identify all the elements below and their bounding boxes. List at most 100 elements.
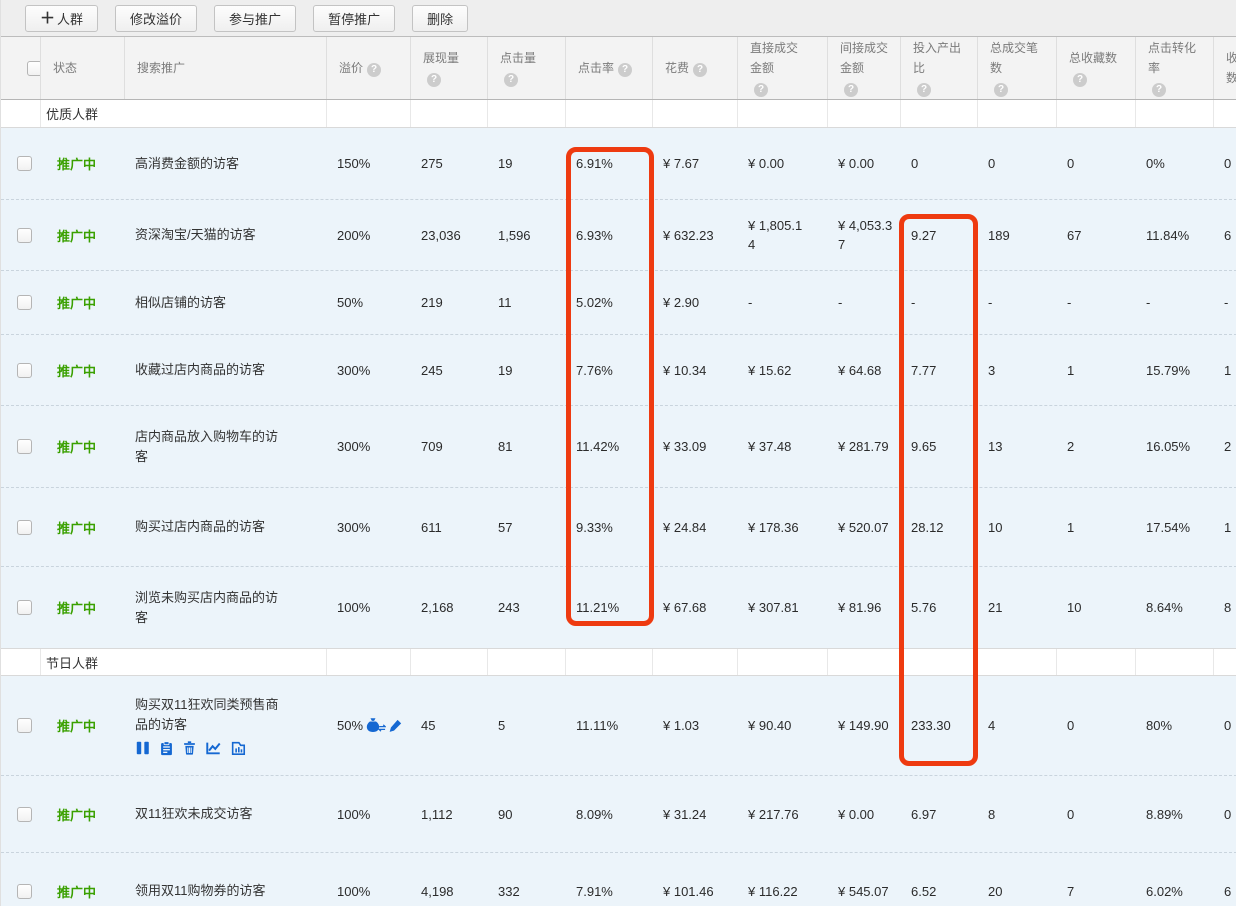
cell-impressions: 45 [411, 718, 488, 733]
cell-clicks: 11 [488, 295, 566, 310]
cell-clicks: 19 [488, 156, 566, 171]
cell-conversion: 15.79% [1136, 363, 1214, 378]
cell-orders: 10 [978, 520, 1057, 535]
cell-ctr: 6.91% [566, 156, 653, 171]
cell-roi: 9.27 [901, 228, 978, 243]
row-checkbox[interactable] [17, 884, 32, 899]
help-icon[interactable]: ? [1073, 73, 1087, 87]
cell-impressions: 275 [411, 156, 488, 171]
promotion-name: 购买双11狂欢同类预售商品的访客 [135, 695, 285, 735]
row-checkbox[interactable] [17, 807, 32, 822]
cell-conversion: 0% [1136, 156, 1214, 171]
cell-conversion: 8.89% [1136, 807, 1214, 822]
cell-conversion: - [1136, 295, 1214, 310]
toolbar: ＋人群 修改溢价 参与推广 暂停推广 删除 [1, 0, 1236, 36]
help-icon[interactable]: ? [504, 73, 518, 87]
cell-roi: 233.30 [901, 718, 978, 733]
status-badge: 推广中 [51, 716, 96, 735]
cell-direct: - [738, 293, 828, 312]
trend-icon[interactable] [205, 740, 222, 756]
cell-ctr: 6.93% [566, 228, 653, 243]
add-crowd-button[interactable]: ＋人群 [25, 5, 98, 32]
row-checkbox[interactable] [17, 600, 32, 615]
status-badge: 推广中 [51, 361, 96, 380]
col-header-clicks: 点击量? [488, 37, 566, 99]
cell-orders: 0 [978, 156, 1057, 171]
premium-value: 200% [337, 228, 370, 243]
cell-direct: ¥ 90.40 [738, 716, 828, 735]
delete-icon[interactable] [182, 740, 197, 756]
select-all-checkbox[interactable] [27, 61, 41, 76]
cell-indirect: ¥ 0.00 [828, 805, 901, 824]
modify-premium-button[interactable]: 修改溢价 [115, 5, 197, 32]
row-checkbox[interactable] [17, 295, 32, 310]
cell-roi: 28.12 [901, 520, 978, 535]
premium-value: 100% [337, 807, 370, 822]
col-header-status: 状态 [41, 37, 125, 99]
cell-direct: ¥ 217.76 [738, 805, 828, 824]
group-label: 节日人群 [41, 649, 327, 675]
promotion-name: 资深淘宝/天猫的访客 [135, 225, 256, 245]
cell-impressions: 4,198 [411, 884, 488, 899]
pause-promotion-button[interactable]: 暂停推广 [313, 5, 395, 32]
cell-impressions: 709 [411, 439, 488, 454]
premium-coin-icon[interactable] [365, 717, 386, 734]
col-header-name: 搜索推广 [125, 37, 327, 99]
cell-impressions: 1,112 [411, 807, 488, 822]
help-icon[interactable]: ? [427, 73, 441, 87]
status-badge: 推广中 [51, 293, 96, 312]
help-icon[interactable]: ? [754, 83, 768, 97]
help-icon[interactable]: ? [618, 63, 632, 77]
promotion-name: 相似店铺的访客 [135, 293, 226, 313]
help-icon[interactable]: ? [693, 63, 707, 77]
row-checkbox[interactable] [17, 439, 32, 454]
report-icon[interactable] [159, 740, 174, 756]
cell-impressions: 2,168 [411, 600, 488, 615]
cell-impressions: 23,036 [411, 228, 488, 243]
cell-indirect: ¥ 520.07 [828, 518, 901, 537]
row-action-icons [135, 740, 285, 756]
row-checkbox[interactable] [17, 718, 32, 733]
row-checkbox[interactable] [17, 363, 32, 378]
col-header-clipped: 收数 [1214, 37, 1236, 99]
cell-ctr: 8.09% [566, 807, 653, 822]
help-icon[interactable]: ? [367, 63, 381, 77]
help-icon[interactable]: ? [917, 83, 931, 97]
premium-value: 300% [337, 363, 370, 378]
cell-conversion: 16.05% [1136, 439, 1214, 454]
cell-indirect: - [828, 293, 901, 312]
join-promotion-button[interactable]: 参与推广 [214, 5, 296, 32]
delete-button[interactable]: 删除 [412, 5, 468, 32]
crowd-promotion-page: ＋人群 修改溢价 参与推广 暂停推广 删除 状态 搜索推广 溢价? 展现量? 点… [0, 0, 1236, 906]
cell-cost: ¥ 33.09 [653, 439, 738, 454]
cell-ctr: 11.11% [566, 718, 653, 733]
table-row: 推广中资深淘宝/天猫的访客200%23,0361,5966.93%¥ 632.2… [1, 199, 1236, 270]
table-row: 推广中店内商品放入购物车的访客300%7098111.42%¥ 33.09¥ 3… [1, 405, 1236, 487]
pause-icon[interactable] [135, 740, 151, 756]
help-icon[interactable]: ? [844, 83, 858, 97]
help-icon[interactable]: ? [994, 83, 1008, 97]
cell-clicks: 57 [488, 520, 566, 535]
cell-indirect: ¥ 545.07 [828, 882, 901, 901]
chart-icon[interactable] [230, 740, 246, 756]
col-header-conversion-rate: 点击转化率? [1136, 37, 1214, 99]
group-header-row: 优质人群 [1, 100, 1236, 128]
cell-orders: 189 [978, 228, 1057, 243]
table-row: 推广中购买双11狂欢同类预售商品的访客50%45511.11%¥ 1.03¥ 9… [1, 676, 1236, 775]
cell-conversion: 11.84% [1136, 228, 1214, 243]
cell-cost: ¥ 2.90 [653, 295, 738, 310]
group-label: 优质人群 [41, 100, 327, 127]
help-icon[interactable]: ? [1152, 83, 1166, 97]
promotion-name: 浏览未购买店内商品的访客 [135, 588, 285, 628]
promotion-name: 收藏过店内商品的访客 [135, 360, 265, 380]
row-checkbox[interactable] [17, 228, 32, 243]
cell-ctr: 7.91% [566, 884, 653, 899]
cell-roi: 5.76 [901, 600, 978, 615]
premium-value: 150% [337, 156, 370, 171]
row-checkbox[interactable] [17, 156, 32, 171]
row-checkbox[interactable] [17, 520, 32, 535]
edit-premium-icon[interactable] [388, 718, 403, 733]
cell-extra: 8 [1214, 600, 1236, 615]
col-header-direct-amount: 直接成交金额? [738, 37, 828, 99]
cell-clicks: 90 [488, 807, 566, 822]
